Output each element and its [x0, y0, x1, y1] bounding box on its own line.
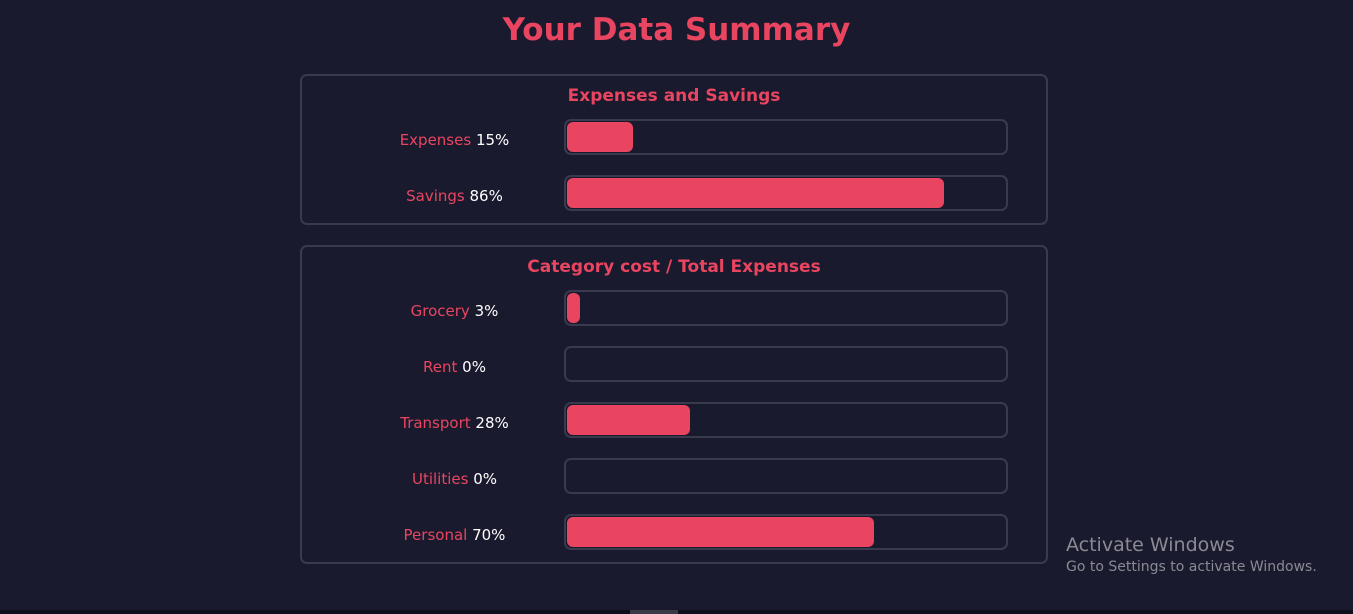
savings-progress-fill	[567, 178, 944, 208]
transport-row: Transport 28%	[302, 402, 1046, 448]
rent-progress-bar	[564, 346, 1008, 382]
expenses-name: Expenses	[399, 131, 472, 149]
savings-name: Savings	[406, 187, 465, 205]
rent-row: Rent 0%	[302, 346, 1046, 392]
transport-label: Transport 28%	[302, 412, 607, 434]
scrollbar-handle[interactable]	[630, 610, 678, 614]
utilities-progress-bar	[564, 458, 1008, 494]
grocery-progress-bar	[564, 290, 1008, 326]
activate-windows-watermark: Activate Windows Go to Settings to activ…	[1066, 533, 1317, 577]
category-cost-title: Category cost / Total Expenses	[527, 257, 821, 277]
personal-name: Personal	[403, 526, 468, 544]
grocery-name: Grocery	[410, 302, 470, 320]
personal-progress-fill	[567, 517, 874, 547]
grocery-value: 3%	[474, 302, 499, 320]
expenses-label: Expenses 15%	[302, 129, 607, 151]
watermark-title: Activate Windows	[1066, 534, 1235, 556]
rent-name: Rent	[423, 358, 458, 376]
personal-value: 70%	[472, 526, 506, 544]
personal-progress-bar	[564, 514, 1008, 550]
page-title: Your Data Summary	[502, 12, 851, 48]
expenses-row: Expenses 15%	[302, 119, 1046, 165]
expenses-value: 15%	[475, 131, 510, 149]
savings-value: 86%	[469, 187, 503, 205]
expenses-savings-panel: Expenses and Savings Expenses 15% Saving…	[300, 74, 1048, 225]
grocery-row: Grocery 3%	[302, 290, 1046, 336]
savings-row: Savings 86%	[302, 175, 1046, 221]
transport-progress-fill	[567, 405, 690, 435]
rent-label: Rent 0%	[302, 356, 607, 378]
utilities-name: Utilities	[411, 470, 469, 488]
utilities-label: Utilities 0%	[302, 468, 607, 490]
transport-progress-bar	[564, 402, 1008, 438]
grocery-label: Grocery 3%	[302, 300, 607, 322]
transport-value: 28%	[475, 414, 509, 432]
utilities-row: Utilities 0%	[302, 458, 1046, 504]
savings-label: Savings 86%	[302, 185, 607, 207]
watermark-subtitle: Go to Settings to activate Windows.	[1066, 559, 1317, 575]
rent-value: 0%	[462, 358, 486, 376]
expenses-progress-fill	[567, 122, 633, 152]
category-cost-panel: Category cost / Total Expenses Grocery 3…	[300, 245, 1048, 564]
utilities-value: 0%	[473, 470, 498, 488]
savings-progress-bar	[564, 175, 1008, 211]
personal-label: Personal 70%	[302, 524, 607, 546]
transport-name: Transport	[400, 414, 471, 432]
personal-row: Personal 70%	[302, 514, 1046, 560]
expenses-progress-bar	[564, 119, 1008, 155]
expenses-savings-title: Expenses and Savings	[567, 86, 781, 106]
grocery-progress-fill	[567, 293, 581, 323]
